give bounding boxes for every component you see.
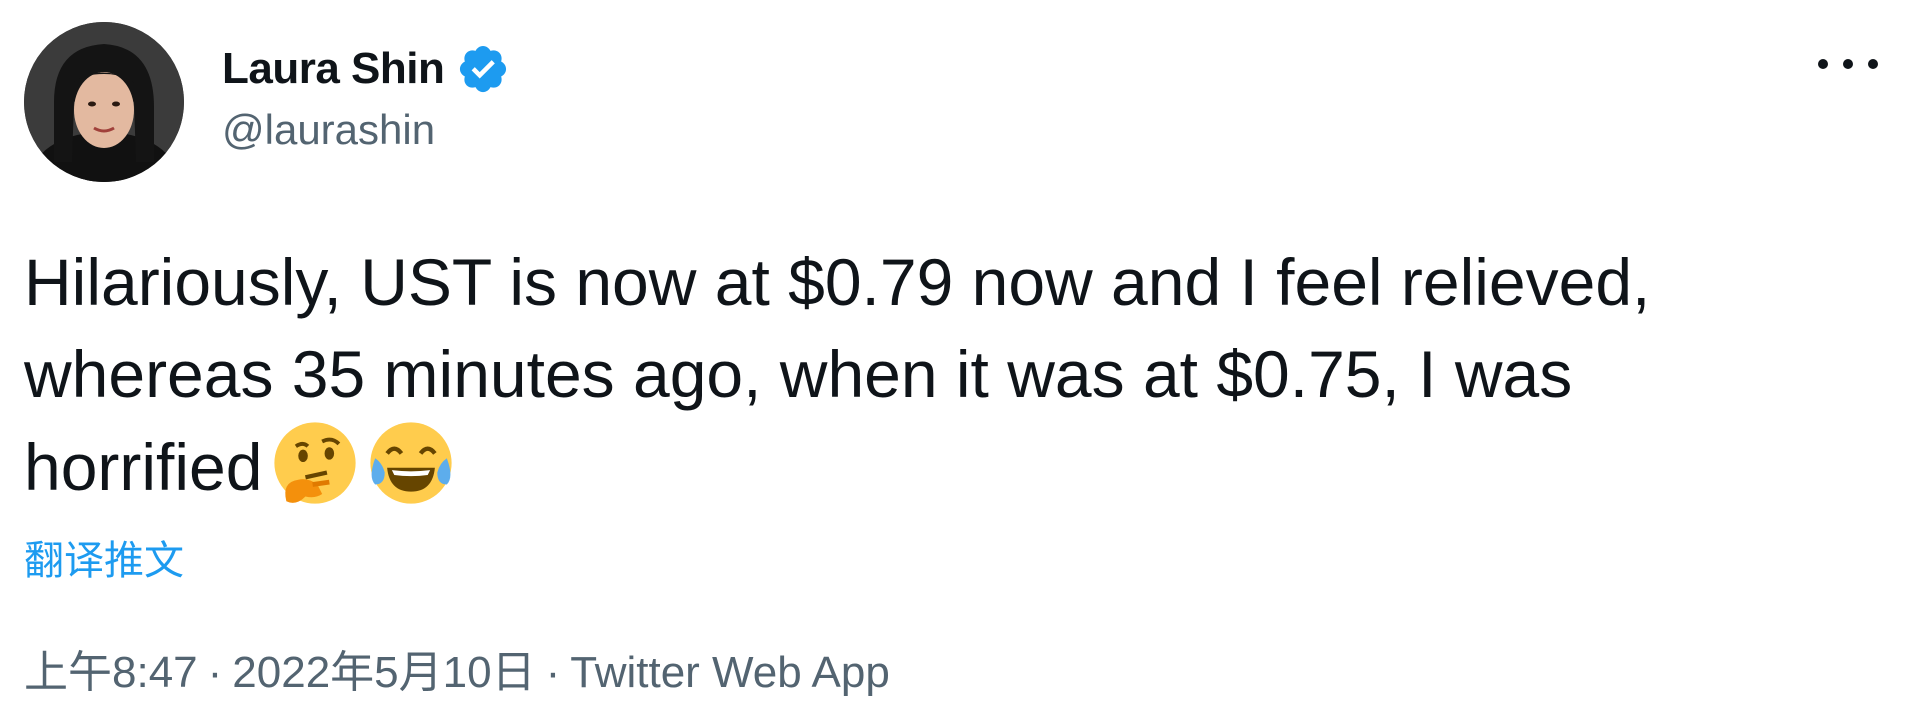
tweet-source[interactable]: Twitter Web App — [570, 648, 890, 697]
tweet-card: Laura Shin @laurashin Hilariously, UST i… — [0, 0, 1908, 720]
translate-tweet-link[interactable]: 翻译推文 — [24, 528, 184, 586]
meta-separator: · — [545, 648, 561, 697]
tweet-body: Hilariously, UST is now at $0.79 now and… — [24, 236, 1744, 513]
verified-badge-icon — [460, 45, 507, 93]
tweet-meta: 上午8:47 · 2022年5月10日 · Twitter Web App — [24, 636, 890, 700]
author-name-row: Laura Shin — [222, 40, 510, 98]
meta-separator: · — [207, 648, 223, 697]
more-dot-icon — [1818, 59, 1828, 69]
avatar[interactable] — [24, 22, 184, 182]
author-handle[interactable]: @laurashin — [222, 106, 435, 154]
more-options-button[interactable] — [1818, 44, 1878, 84]
tears-of-joy-icon — [370, 422, 453, 504]
tweet-date[interactable]: 2022年5月10日 — [232, 648, 535, 697]
tweet-time[interactable]: 上午8:47 — [24, 648, 198, 697]
more-dot-icon — [1843, 59, 1853, 69]
tweet-text: Hilariously, UST is now at $0.79 now and… — [24, 245, 1651, 504]
avatar-image — [24, 22, 184, 182]
thinking-face-icon — [274, 422, 357, 504]
more-dot-icon — [1868, 59, 1878, 69]
author-display-name[interactable]: Laura Shin — [222, 44, 445, 94]
